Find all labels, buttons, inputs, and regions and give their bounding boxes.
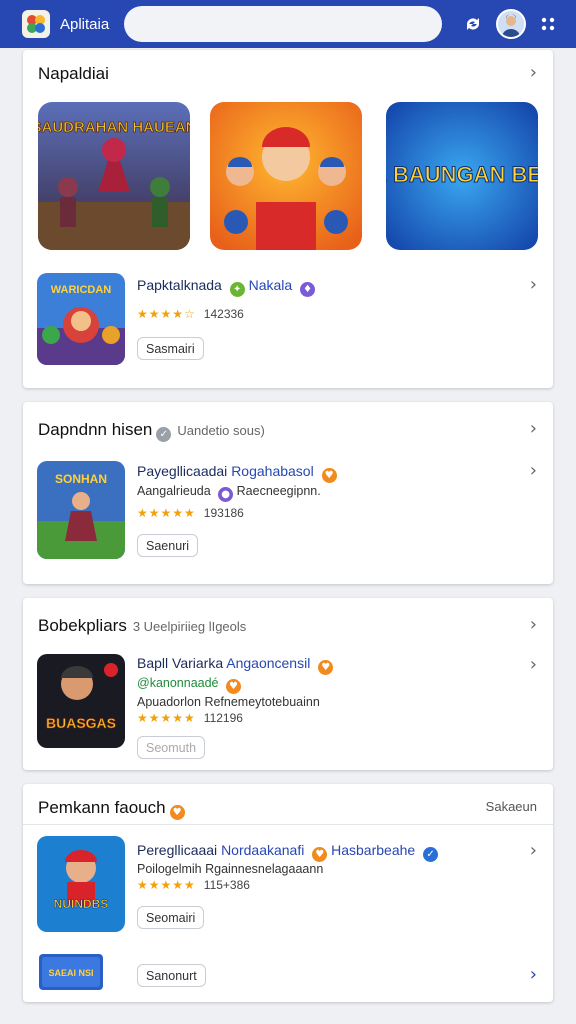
app-meta: Aangalrieuda ● Raecneegipnn. <box>137 484 321 502</box>
install-button[interactable]: Sasmairi <box>137 337 204 360</box>
star-rating-icon: ★★★★★ <box>137 878 196 892</box>
app-icon-text: WARICDAN <box>51 284 112 296</box>
app-icon[interactable]: SONHAN <box>37 461 125 559</box>
app-icon[interactable]: BUASGAS <box>37 654 125 748</box>
app-publisher: @kanonnaadé ♥ <box>137 676 241 694</box>
section-card: Pemkann faouch ♥ Sakaeun NUINDBS Pereglli… <box>23 784 553 1002</box>
app-icon-text: SAEAI NSI <box>48 968 93 978</box>
app-meta-text: Rgainnesnelagaaann <box>205 862 324 876</box>
featured-title-text: THE BAUNGAN BESMI <box>386 162 538 187</box>
app-meta: Apuadorlon Refnemeytotebuainn <box>137 695 320 709</box>
install-button[interactable]: Saenuri <box>137 534 199 557</box>
app-meta-text: Raecneegipnn. <box>236 484 321 498</box>
section-card: Napaldiai › SAUDRAHAN HAUEAN BAUNGAN BE … <box>23 50 553 388</box>
app-icon-text: NUINDBS <box>54 897 109 911</box>
chevron-right-icon[interactable]: › <box>530 840 537 861</box>
section-title-text: Pemkann faouch <box>38 798 166 817</box>
developer-name[interactable]: Angaoncensil <box>226 655 310 671</box>
app-logo-icon[interactable] <box>22 10 50 38</box>
install-button[interactable]: Sanonurt <box>137 964 206 987</box>
app-meta-text: Aangalrieuda <box>137 484 211 498</box>
app-title-text: Payegllicaadai <box>137 463 228 479</box>
app-icon[interactable]: WARICDAN <box>37 273 125 365</box>
chevron-right-icon[interactable]: › <box>530 964 537 985</box>
section-card: Dapndnn hisen ✓ Uandetio sous) › SONHAN Pa… <box>23 402 553 584</box>
section-subtitle: Uandetio sous) <box>177 423 265 438</box>
verified-badge-icon: ♦ <box>300 282 316 297</box>
star-rating-icon: ★★★★★ <box>137 506 196 520</box>
badge-icon: ♥ <box>226 679 241 694</box>
app-title-text: Bapll Variarka <box>137 655 224 671</box>
developer-name[interactable]: Nakala <box>249 277 293 293</box>
section-card: Bobekpliars 3 Ueelpiriieg lIgeols › BUASG… <box>23 598 553 770</box>
install-button[interactable]: Seomairi <box>137 906 205 929</box>
app-icon[interactable]: NUINDBS <box>37 836 125 932</box>
chevron-right-icon[interactable]: › <box>530 654 537 675</box>
section-subtitle: 3 Ueelpiriieg lIgeols <box>132 619 247 634</box>
section-title: Napaldiai <box>38 64 109 83</box>
featured-title-text: SAUDRAHAN HAUEAN <box>38 119 190 136</box>
review-count: 115+386 <box>203 878 250 892</box>
featured-game-tile[interactable]: THE BAUNGAN BESMI <box>386 102 538 250</box>
section-title: Dapndnn hisen ✓ Uandetio sous) <box>38 420 265 442</box>
chevron-right-icon[interactable]: › <box>530 460 537 481</box>
app-name: Aplitaia <box>60 15 110 33</box>
review-count: 193186 <box>203 506 244 520</box>
chevron-right-icon[interactable]: › <box>530 614 537 635</box>
avatar[interactable] <box>496 9 526 39</box>
app-meta-text: Apuadorlon <box>137 695 201 709</box>
app-rating: ★★★★★ 115+386 <box>137 878 250 892</box>
check-icon: ✓ <box>156 427 172 442</box>
divider <box>23 824 553 825</box>
app-title-text: Peregllicaaai <box>137 842 218 858</box>
badge-icon: ♥ <box>169 805 185 820</box>
leaf-icon: ✦ <box>229 282 245 297</box>
chevron-right-icon[interactable]: › <box>530 62 537 83</box>
review-count: 142336 <box>203 307 244 321</box>
app-title[interactable]: Bapll Variarka Angaoncensil ♥ <box>137 655 334 675</box>
app-title-text: Papktalknada <box>137 277 222 293</box>
see-more-link[interactable]: Sakaeun <box>486 799 537 814</box>
app-rating: ★★★★★ 112196 <box>137 711 243 725</box>
app-title[interactable]: Payegllicaadai Rogahabasol ♥ <box>137 463 337 483</box>
refresh-icon[interactable] <box>460 11 486 37</box>
app-meta-text: Refnemeytotebuainn <box>204 695 320 709</box>
featured-game-tile[interactable] <box>210 102 362 250</box>
section-title: Bobekpliars 3 Ueelpiriieg lIgeols <box>38 616 246 636</box>
app-icon[interactable]: SAEAI NSI <box>39 954 103 990</box>
publisher-name: @kanonnaadé <box>137 676 219 690</box>
app-meta: Poilogelmih Rgainnesnelagaaann <box>137 862 323 876</box>
app-icon-text: SONHAN <box>55 472 107 486</box>
globe-icon: ● <box>218 487 234 502</box>
install-button[interactable]: Seomuth <box>137 736 206 759</box>
apps-grid-icon[interactable] <box>538 14 558 34</box>
app-icon-text: BUASGAS <box>46 715 116 731</box>
badge-icon: ♥ <box>321 468 337 483</box>
app-rating: ★★★★☆ 142336 <box>137 307 244 321</box>
developer-name[interactable]: Rogahabasol <box>231 463 314 479</box>
app-rating: ★★★★★ 193186 <box>137 506 244 520</box>
section-title-text: Bobekpliars <box>38 616 127 635</box>
verified-badge-icon: ✓ <box>423 847 439 862</box>
search-input[interactable] <box>124 6 442 42</box>
review-count: 112196 <box>203 711 243 725</box>
app-meta-text: Poilogelmih <box>137 862 202 876</box>
developer-name[interactable]: Hasbarbeahe <box>331 842 415 858</box>
chevron-right-icon[interactable]: › <box>530 418 537 439</box>
star-rating-icon: ★★★★★ <box>137 711 196 725</box>
chevron-right-icon[interactable]: › <box>530 274 537 295</box>
badge-icon: ♥ <box>318 660 334 675</box>
section-title: Pemkann faouch ♥ <box>38 798 185 820</box>
app-title[interactable]: Papktalknada ✦ Nakala ♦ <box>137 277 316 297</box>
top-app-bar: Aplitaia <box>0 0 576 48</box>
section-title-text: Dapndnn hisen <box>38 420 153 439</box>
app-title[interactable]: Peregllicaaai Nordaakanafi ♥ Hasbarbeahe… <box>137 842 439 862</box>
featured-game-tile[interactable]: SAUDRAHAN HAUEAN <box>38 102 190 250</box>
badge-icon: ♥ <box>312 847 328 862</box>
developer-name[interactable]: Nordaakanafi <box>221 842 304 858</box>
star-rating-icon: ★★★★☆ <box>137 307 196 321</box>
